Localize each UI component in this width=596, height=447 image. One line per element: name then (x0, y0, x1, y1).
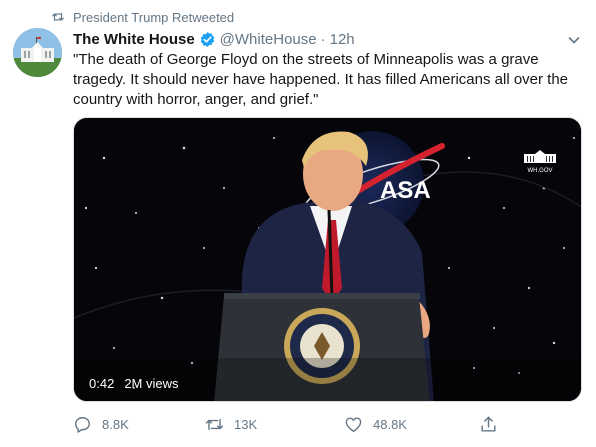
white-house-avatar-image (13, 28, 62, 77)
chevron-down-icon[interactable] (566, 32, 582, 48)
tweet-text: "The death of George Floyd on the street… (73, 51, 569, 108)
video-views: 2M views (124, 376, 179, 391)
separator-dot: · (320, 30, 326, 48)
video-duration: 0:42 (89, 376, 115, 391)
share-button[interactable] (479, 413, 498, 435)
video-frame: ASA (74, 118, 581, 401)
svg-text:ASA: ASA (380, 177, 431, 204)
white-house-watermark: WH.GOV (524, 150, 556, 174)
retweet-count: 13K (234, 416, 258, 432)
retweet-icon (52, 12, 64, 22)
tweet[interactable]: President Trump Retweeted The White Hous… (0, 0, 596, 447)
heart-icon (345, 416, 362, 432)
retweet-banner[interactable]: President Trump Retweeted (51, 9, 234, 25)
video-player[interactable]: ASA WH.GOV 0:42 2M views (73, 117, 582, 402)
author-handle[interactable]: @WhiteHouse (220, 31, 317, 48)
svg-text:WH.GOV: WH.GOV (528, 168, 553, 174)
retweet-button[interactable]: 13K (205, 413, 257, 435)
like-count: 48.8K (373, 416, 407, 432)
retweet-icon (205, 418, 224, 430)
reply-button[interactable]: 8.8K (73, 413, 129, 435)
share-icon (481, 416, 496, 432)
author-name[interactable]: The White House (73, 31, 195, 48)
reply-count: 8.8K (102, 416, 129, 432)
avatar[interactable] (13, 28, 62, 77)
tweet-timestamp[interactable]: 12h (330, 31, 355, 48)
retweet-banner-text: President Trump Retweeted (73, 9, 235, 25)
like-button[interactable]: 48.8K (344, 413, 407, 435)
reply-icon (75, 416, 90, 433)
tweet-actions: 8.8K 13K 48.8K (73, 413, 523, 435)
video-meta: 0:42 2M views (89, 376, 179, 391)
verified-badge-icon (200, 31, 214, 47)
tweet-header: The White House @WhiteHouse · 12h (73, 29, 355, 49)
